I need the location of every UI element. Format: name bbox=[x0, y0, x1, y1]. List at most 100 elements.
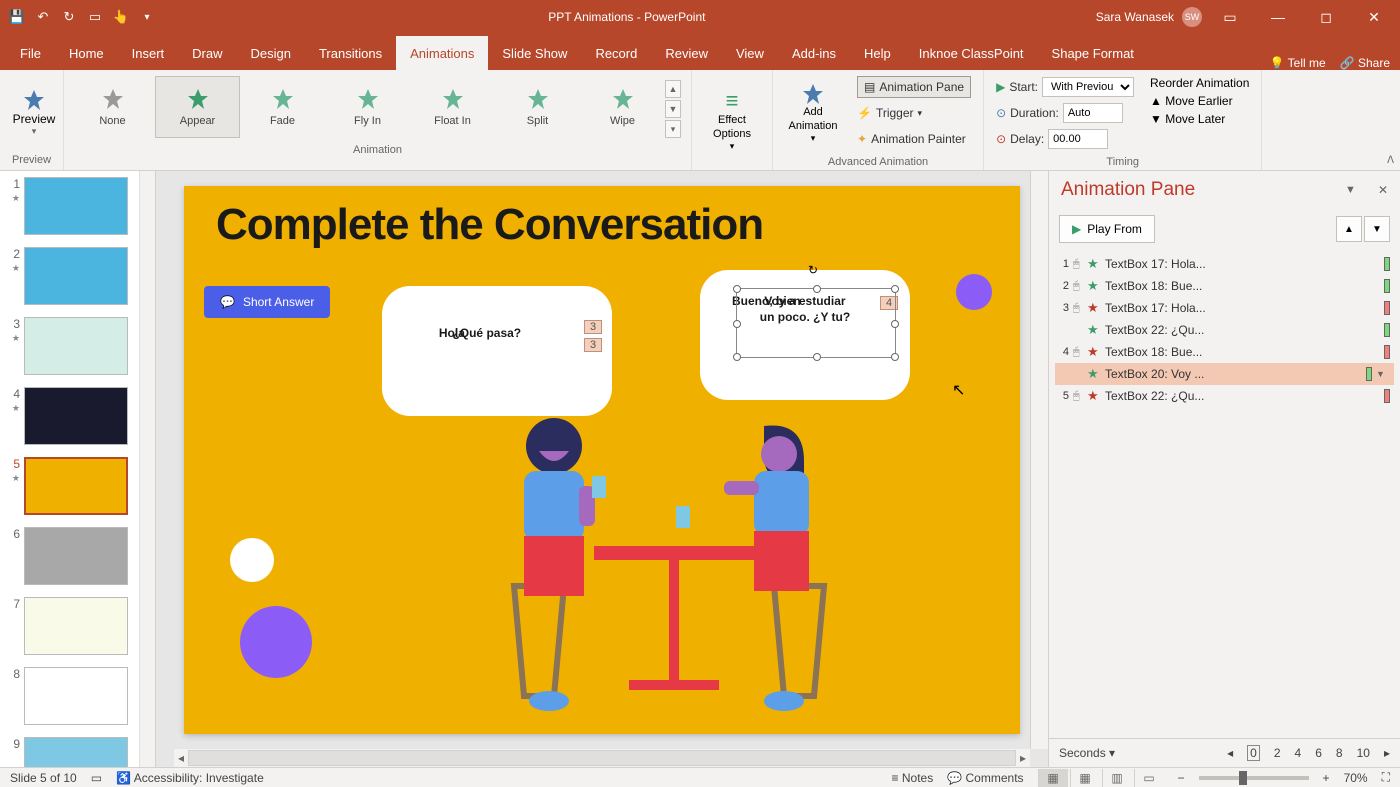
collapse-ribbon-icon[interactable]: ᐱ bbox=[1387, 155, 1394, 166]
normal-view-icon[interactable]: ▦ bbox=[1038, 769, 1068, 787]
vertical-scrollbar[interactable] bbox=[1030, 171, 1048, 749]
move-down-button[interactable]: ▼ bbox=[1364, 216, 1390, 242]
effect-options-button[interactable]: ≡ Effect Options ▾ bbox=[696, 72, 768, 168]
thumbnail-9[interactable]: 9 bbox=[0, 731, 155, 767]
ribbon-display-icon[interactable]: ▭ bbox=[1210, 2, 1250, 32]
animation-none[interactable]: None bbox=[70, 76, 155, 138]
duration-input[interactable] bbox=[1063, 103, 1123, 123]
notes-button[interactable]: ≡ Notes bbox=[892, 771, 934, 785]
animation-item[interactable]: 2🖱★TextBox 18: Bue... bbox=[1055, 275, 1394, 297]
resize-handle[interactable] bbox=[733, 285, 741, 293]
tab-animations[interactable]: Animations bbox=[396, 36, 488, 70]
thumbnail-5[interactable]: 5★ bbox=[0, 451, 155, 521]
pane-options-icon[interactable]: ▼ bbox=[1345, 184, 1356, 196]
undo-icon[interactable]: ↶ bbox=[32, 6, 54, 28]
animation-item[interactable]: 5🖱★TextBox 22: ¿Qu... bbox=[1055, 385, 1394, 407]
qat-more-icon[interactable]: ▾ bbox=[136, 6, 158, 28]
gallery-more-icon[interactable]: ▾ bbox=[665, 120, 681, 138]
trigger-button[interactable]: ⚡ Trigger ▾ bbox=[857, 102, 971, 124]
minimize-icon[interactable]: — bbox=[1258, 2, 1298, 32]
tab-home[interactable]: Home bbox=[55, 36, 118, 70]
tab-review[interactable]: Review bbox=[651, 36, 722, 70]
tab-design[interactable]: Design bbox=[237, 36, 305, 70]
animation-flyin[interactable]: Fly In bbox=[325, 76, 410, 138]
move-earlier-button[interactable]: ▲ Move Earlier bbox=[1150, 94, 1249, 108]
thumbnail-7[interactable]: 7 bbox=[0, 591, 155, 661]
zoom-level[interactable]: 70% bbox=[1344, 771, 1368, 785]
maximize-icon[interactable]: ◻ bbox=[1306, 2, 1346, 32]
gallery-up-icon[interactable]: ▲ bbox=[665, 80, 681, 98]
zoom-out-icon[interactable]: − bbox=[1178, 771, 1185, 785]
resize-handle[interactable] bbox=[891, 320, 899, 328]
slide-thumbnails[interactable]: 1★ 2★ 3★ 4★ 5★ 6 7 8 9 bbox=[0, 171, 156, 767]
horizontal-scrollbar[interactable]: ◂ ▸ bbox=[174, 749, 1030, 767]
tab-inknoe[interactable]: Inknoe ClassPoint bbox=[905, 36, 1038, 70]
animation-item[interactable]: ★TextBox 22: ¿Qu... bbox=[1055, 319, 1394, 341]
selection-box[interactable]: ↻ bbox=[736, 288, 896, 358]
resize-handle[interactable] bbox=[813, 285, 821, 293]
animation-pane-button[interactable]: ▤ Animation Pane bbox=[857, 76, 971, 98]
animation-wipe[interactable]: Wipe bbox=[580, 76, 665, 138]
ruler-prev-icon[interactable]: ◂ bbox=[1227, 746, 1233, 760]
animation-appear[interactable]: Appear bbox=[155, 76, 240, 138]
preview-button[interactable]: Preview ▾ bbox=[4, 72, 64, 152]
short-answer-button[interactable]: 💬 Short Answer bbox=[204, 286, 330, 318]
tab-insert[interactable]: Insert bbox=[118, 36, 179, 70]
ruler-next-icon[interactable]: ▸ bbox=[1384, 746, 1390, 760]
animation-item[interactable]: 1🖱★TextBox 17: Hola... bbox=[1055, 253, 1394, 275]
animation-painter-button[interactable]: ✦ Animation Painter bbox=[857, 128, 971, 150]
rotate-handle-icon[interactable]: ↻ bbox=[808, 263, 824, 279]
zoom-in-icon[interactable]: + bbox=[1323, 771, 1330, 785]
tab-record[interactable]: Record bbox=[581, 36, 651, 70]
reading-view-icon[interactable]: ▥ bbox=[1102, 769, 1132, 787]
animation-split[interactable]: Split bbox=[495, 76, 580, 138]
resize-handle[interactable] bbox=[733, 320, 741, 328]
start-from-beginning-icon[interactable]: ▭ bbox=[84, 6, 106, 28]
close-icon[interactable]: ✕ bbox=[1354, 2, 1394, 32]
thumbnail-6[interactable]: 6 bbox=[0, 521, 155, 591]
tab-file[interactable]: File bbox=[6, 36, 55, 70]
tellme-button[interactable]: 💡 Tell me bbox=[1270, 56, 1326, 70]
move-later-button[interactable]: ▼ Move Later bbox=[1150, 112, 1249, 126]
thumbnail-scrollbar[interactable] bbox=[139, 171, 155, 767]
tab-view[interactable]: View bbox=[722, 36, 778, 70]
tab-addins[interactable]: Add-ins bbox=[778, 36, 850, 70]
thumbnail-1[interactable]: 1★ bbox=[0, 171, 155, 241]
play-from-button[interactable]: ▶ Play From bbox=[1059, 215, 1155, 243]
save-icon[interactable]: 💾 bbox=[6, 6, 28, 28]
accessibility-button[interactable]: ♿ Accessibility: Investigate bbox=[116, 771, 264, 785]
start-dropdown[interactable]: With Previous bbox=[1042, 77, 1134, 97]
animation-item[interactable]: ★TextBox 20: Voy ...▼ bbox=[1055, 363, 1394, 385]
comments-button[interactable]: 💬 Comments bbox=[947, 771, 1023, 785]
share-button[interactable]: 🔗 Share bbox=[1340, 56, 1390, 70]
zoom-slider[interactable] bbox=[1199, 776, 1309, 780]
resize-handle[interactable] bbox=[891, 285, 899, 293]
animation-item[interactable]: 4🖱★TextBox 18: Bue... bbox=[1055, 341, 1394, 363]
add-animation-button[interactable]: Add Animation ▾ bbox=[777, 72, 849, 154]
notes-indicator-icon[interactable]: ▭ bbox=[91, 771, 102, 785]
speech-bubble-1[interactable]: Hola ¿Qué pasa? bbox=[382, 286, 612, 416]
touch-mode-icon[interactable]: 👆 bbox=[110, 6, 132, 28]
thumbnail-3[interactable]: 3★ bbox=[0, 311, 155, 381]
move-up-button[interactable]: ▲ bbox=[1336, 216, 1362, 242]
tab-draw[interactable]: Draw bbox=[178, 36, 236, 70]
tab-slideshow[interactable]: Slide Show bbox=[488, 36, 581, 70]
fit-to-window-icon[interactable]: ⛶ bbox=[1382, 770, 1390, 785]
sorter-view-icon[interactable]: ▦ bbox=[1070, 769, 1100, 787]
slide-canvas[interactable]: Complete the Conversation 💬 Short Answer… bbox=[184, 186, 1020, 734]
resize-handle[interactable] bbox=[813, 353, 821, 361]
animation-floatin[interactable]: Float In bbox=[410, 76, 495, 138]
thumbnail-2[interactable]: 2★ bbox=[0, 241, 155, 311]
animation-fade[interactable]: Fade bbox=[240, 76, 325, 138]
tab-shapeformat[interactable]: Shape Format bbox=[1038, 36, 1148, 70]
redo-icon[interactable]: ↻ bbox=[58, 6, 80, 28]
animation-item[interactable]: 3🖱★TextBox 17: Hola... bbox=[1055, 297, 1394, 319]
resize-handle[interactable] bbox=[891, 353, 899, 361]
tab-transitions[interactable]: Transitions bbox=[305, 36, 396, 70]
seconds-label[interactable]: Seconds ▾ bbox=[1059, 746, 1115, 760]
slideshow-view-icon[interactable]: ▭ bbox=[1134, 769, 1164, 787]
tab-help[interactable]: Help bbox=[850, 36, 905, 70]
pane-close-icon[interactable]: ✕ bbox=[1378, 183, 1388, 197]
gallery-down-icon[interactable]: ▼ bbox=[665, 100, 681, 118]
resize-handle[interactable] bbox=[733, 353, 741, 361]
